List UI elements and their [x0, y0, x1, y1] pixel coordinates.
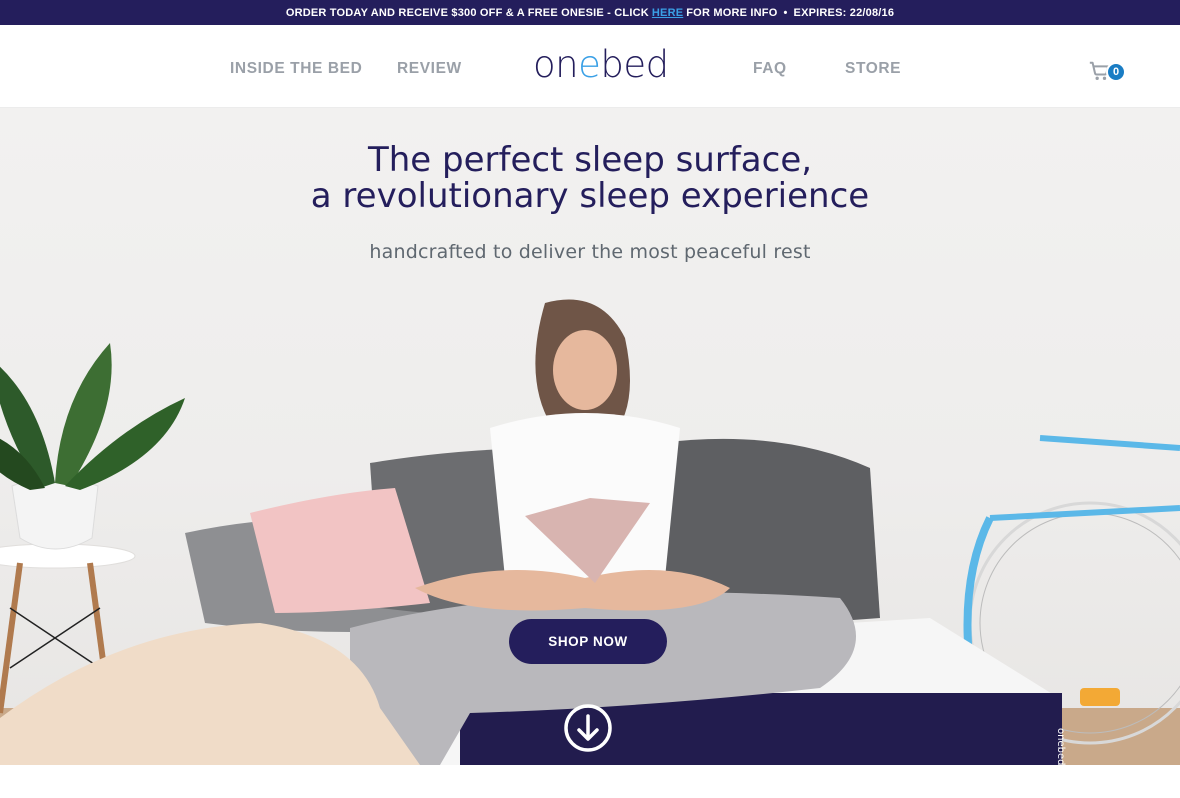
scroll-down-arrow-icon	[564, 704, 612, 752]
nav-link-inside-the-bed[interactable]: INSIDE THE BED	[230, 60, 362, 78]
nav-link-faq[interactable]: FAQ	[753, 60, 787, 78]
promo-more-info-text: FOR MORE INFO	[686, 6, 778, 19]
hero-section: onebed The perfect sleep surface, a revo…	[0, 108, 1180, 765]
promo-here-link[interactable]: HERE	[652, 7, 683, 19]
promo-expiry-text: EXPIRES: 22/08/16	[793, 6, 895, 19]
mattress-label: onebed	[1055, 728, 1066, 765]
logo-part-bed: bed	[600, 43, 669, 86]
hero-subheadline: handcrafted to deliver the most peaceful…	[369, 241, 811, 263]
promo-bar: ORDER TODAY AND RECEIVE $300 OFF & A FRE…	[0, 0, 1180, 25]
promo-text: ORDER TODAY AND RECEIVE $300 OFF & A FRE…	[285, 6, 649, 19]
nav-link-store[interactable]: STORE	[845, 60, 901, 78]
logo-part-e: e	[578, 43, 601, 86]
page-below-hero	[0, 765, 1180, 798]
site-header: INSIDE THE BED REVIEW onebed FAQ STORE 0	[0, 25, 1180, 108]
hero-headline: The perfect sleep surface, a revolutiona…	[0, 142, 1180, 214]
scroll-down-button[interactable]	[564, 704, 612, 752]
site-logo[interactable]: onebed	[533, 41, 669, 89]
logo-part-on: on	[533, 43, 579, 86]
cart-count-badge: 0	[1106, 62, 1126, 82]
nav-link-review[interactable]: REVIEW	[397, 60, 462, 78]
cart-button[interactable]: 0	[1088, 60, 1128, 86]
hero-headline-line-1: The perfect sleep surface,	[367, 140, 813, 180]
promo-separator: •	[783, 6, 788, 19]
shop-now-button[interactable]: SHOP NOW	[509, 619, 667, 664]
potted-plant	[0, 343, 185, 550]
hero-headline-line-2: a revolutionary sleep experience	[310, 176, 870, 216]
